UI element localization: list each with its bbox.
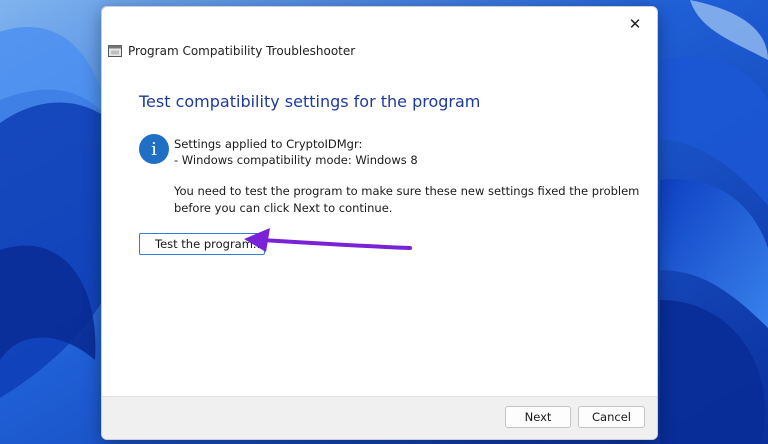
test-program-button[interactable]: Test the program... (139, 233, 265, 255)
info-icon: i (139, 134, 169, 164)
page-heading: Test compatibility settings for the prog… (139, 92, 481, 111)
close-button[interactable]: ✕ (621, 12, 649, 36)
window-title: Program Compatibility Troubleshooter (128, 44, 356, 58)
cancel-button[interactable]: Cancel (578, 406, 645, 428)
instructions-text: You need to test the program to make sur… (174, 184, 640, 215)
compatibility-mode-text: - Windows compatibility mode: Windows 8 (174, 153, 418, 167)
troubleshooter-dialog: ✕ Program Compatibility Troubleshooter T… (101, 6, 658, 440)
troubleshooter-app-icon (108, 45, 122, 57)
dialog-footer: Next Cancel (102, 396, 657, 439)
dialog-header: Program Compatibility Troubleshooter (108, 44, 355, 58)
settings-applied-text: Settings applied to CryptoIDMgr: (174, 137, 363, 151)
next-button[interactable]: Next (505, 406, 571, 428)
close-icon: ✕ (628, 15, 642, 33)
info-glyph: i (151, 138, 157, 160)
